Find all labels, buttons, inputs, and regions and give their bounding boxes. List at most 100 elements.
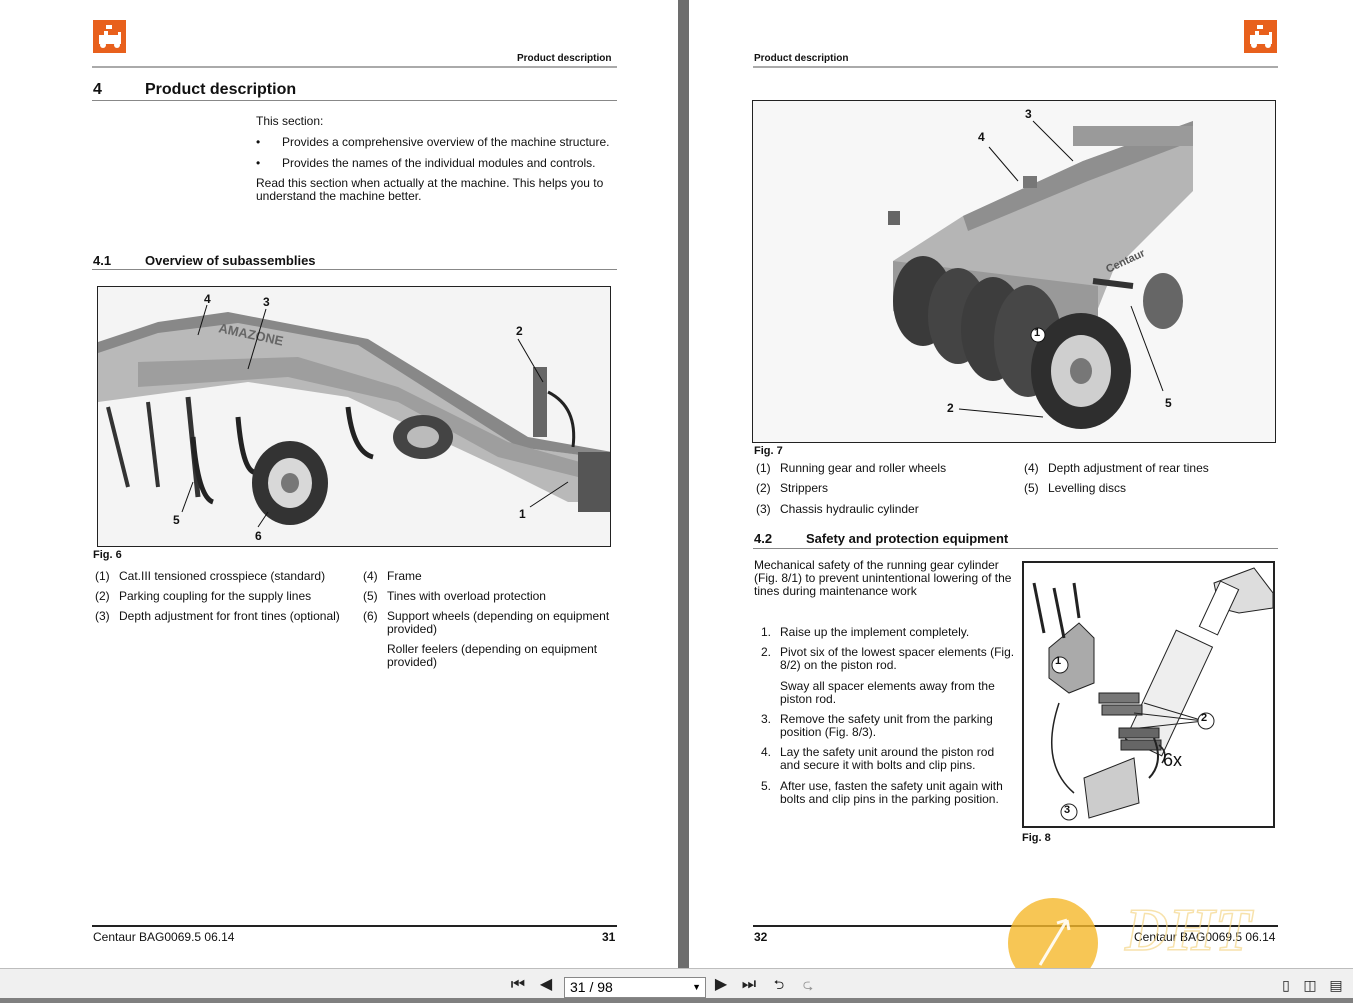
legend-num: (2) bbox=[756, 481, 771, 495]
step-text: 8/2) on the piston rod. bbox=[780, 658, 897, 672]
chapter-title: Product description bbox=[145, 81, 297, 98]
legend-num: (1) bbox=[95, 569, 110, 583]
callout-label: 2 bbox=[1201, 712, 1208, 724]
legend-num: (3) bbox=[756, 502, 771, 516]
step-text: piston rod. bbox=[780, 692, 837, 706]
intro-note: understand the machine better. bbox=[256, 189, 422, 203]
step-text: position (Fig. 8/3). bbox=[780, 725, 877, 739]
figure-label: Fig. 8 bbox=[1022, 832, 1051, 844]
two-page-icon[interactable]: ◫ bbox=[1300, 975, 1320, 995]
step-text: Raise up the implement completely. bbox=[780, 625, 970, 639]
legend-label: Chassis hydraulic cylinder bbox=[780, 502, 919, 516]
legend-label: Cat.III tensioned crosspiece (standard) bbox=[119, 569, 326, 583]
legend-num: (6) bbox=[363, 609, 378, 623]
page-number: 31 bbox=[602, 930, 616, 944]
callout-label: 2 bbox=[947, 401, 954, 415]
chevron-down-icon[interactable]: ▼ bbox=[692, 978, 701, 997]
page-gutter bbox=[678, 0, 689, 968]
callout-label: 3 bbox=[1025, 107, 1032, 121]
go-back-icon[interactable]: ⮌ bbox=[769, 975, 789, 995]
safety-intro: tines during maintenance work bbox=[754, 584, 917, 598]
figure-label: Fig. 7 bbox=[754, 445, 783, 457]
figure-label: Fig. 6 bbox=[93, 549, 122, 561]
legend-right: (4) Depth adjustment of rear tines (5) L… bbox=[1024, 461, 1264, 502]
next-page-icon[interactable]: ▶ bbox=[711, 975, 731, 995]
bullet-icon: • bbox=[256, 156, 261, 170]
first-page-icon[interactable]: ⏮ bbox=[508, 975, 528, 995]
callout-label: 6 bbox=[255, 529, 262, 543]
step-text: bolts and clip pins in the parking posit… bbox=[780, 792, 999, 806]
page-number-input[interactable]: 31 / 98 ▼ bbox=[564, 977, 706, 998]
intro-bullet: Provides the names of the individual mod… bbox=[282, 156, 596, 170]
figure-8-safety-diagram bbox=[1022, 561, 1275, 828]
step-number: 2. bbox=[761, 645, 772, 659]
running-header: Product description bbox=[517, 53, 612, 64]
legend-label: Depth adjustment for front tines (option… bbox=[119, 609, 340, 623]
step-number: 3. bbox=[761, 712, 772, 726]
callout-label: 1 bbox=[1055, 655, 1062, 667]
page-31: Product description 4 Product descriptio… bbox=[0, 0, 678, 968]
legend-num: (5) bbox=[1024, 481, 1039, 495]
go-forward-icon[interactable]: ⮎ bbox=[798, 975, 818, 995]
legend-num: (4) bbox=[1024, 461, 1039, 475]
roller-illustration: Centaur bbox=[753, 101, 1275, 442]
step-text: and secure it with bolts and clip pins. bbox=[780, 758, 976, 772]
cultivator-illustration: AMAZONE bbox=[98, 287, 610, 546]
amazone-logo bbox=[1244, 20, 1277, 53]
bullet-icon: • bbox=[256, 135, 261, 149]
running-header: Product description bbox=[754, 53, 849, 64]
legend-label: provided) bbox=[387, 655, 438, 669]
footer-doc-id: Centaur BAG0069.5 06.14 bbox=[93, 930, 235, 944]
callout-label: 4 bbox=[978, 130, 985, 144]
callout-label: 2 bbox=[516, 324, 523, 338]
legend-num: (5) bbox=[363, 589, 378, 603]
callout-label: 5 bbox=[1165, 396, 1172, 410]
legend-label: Parking coupling for the supply lines bbox=[119, 589, 312, 603]
footer-doc-id: Centaur BAG0069.5 06.14 bbox=[1134, 930, 1276, 944]
prev-page-icon[interactable]: ◀ bbox=[536, 975, 556, 995]
legend-right: (4) Frame (5) Tines with overload protec… bbox=[363, 569, 623, 670]
step-number: 4. bbox=[761, 745, 772, 759]
step-number: 1. bbox=[761, 625, 772, 639]
safety-unit-drawing bbox=[1024, 563, 1273, 826]
section-number: 4.2 bbox=[754, 531, 773, 546]
section-title: Overview of subassemblies bbox=[145, 253, 316, 268]
page-32: Product description Centaur 3 4 1 2 5 Fi… bbox=[689, 0, 1353, 968]
page-number-value: 31 / 98 bbox=[570, 979, 613, 995]
callout-label: 5 bbox=[173, 513, 180, 527]
callout-label: 3 bbox=[1064, 804, 1071, 816]
intro-lead: This section: bbox=[256, 114, 324, 128]
legend-label: Running gear and roller wheels bbox=[780, 461, 947, 475]
amazone-logo bbox=[93, 20, 126, 53]
legend-num: (3) bbox=[95, 609, 110, 623]
legend-label: Strippers bbox=[780, 481, 829, 495]
legend-left: (1) Running gear and roller wheels (2) S… bbox=[756, 461, 1016, 522]
step-number: 5. bbox=[761, 779, 772, 793]
figure-6-machine-photo: AMAZONE bbox=[97, 286, 611, 547]
header-rule bbox=[753, 66, 1278, 68]
intro-bullet: Provides a comprehensive overview of the… bbox=[282, 135, 610, 149]
legend-num: (1) bbox=[756, 461, 771, 475]
pdf-viewer: Product description 4 Product descriptio… bbox=[0, 0, 1353, 998]
legend-label: Tines with overload protection bbox=[387, 589, 546, 603]
legend-label: Levelling discs bbox=[1048, 481, 1127, 495]
footer-rule bbox=[753, 925, 1278, 927]
callout-label: 3 bbox=[263, 295, 270, 309]
legend-label: Frame bbox=[387, 569, 422, 583]
legend-label: Depth adjustment of rear tines bbox=[1048, 461, 1209, 475]
last-page-icon[interactable]: ⏭ bbox=[739, 975, 759, 995]
section-rule bbox=[753, 548, 1278, 549]
legend-num: (4) bbox=[363, 569, 378, 583]
chapter-number: 4 bbox=[93, 81, 102, 98]
chapter-rule bbox=[92, 100, 617, 101]
callout-label: 1 bbox=[519, 507, 526, 521]
callout-label: 4 bbox=[204, 292, 211, 306]
callout-label: 1 bbox=[1034, 327, 1041, 339]
legend-left: (1) Cat.III tensioned crosspiece (standa… bbox=[95, 569, 355, 630]
header-rule bbox=[92, 66, 617, 68]
figure-7-machine-photo: Centaur bbox=[752, 100, 1276, 443]
single-page-icon[interactable]: ▯ bbox=[1276, 975, 1296, 995]
continuous-icon[interactable]: ▤ bbox=[1326, 975, 1346, 995]
section-number: 4.1 bbox=[93, 253, 112, 268]
section-rule bbox=[92, 269, 617, 270]
